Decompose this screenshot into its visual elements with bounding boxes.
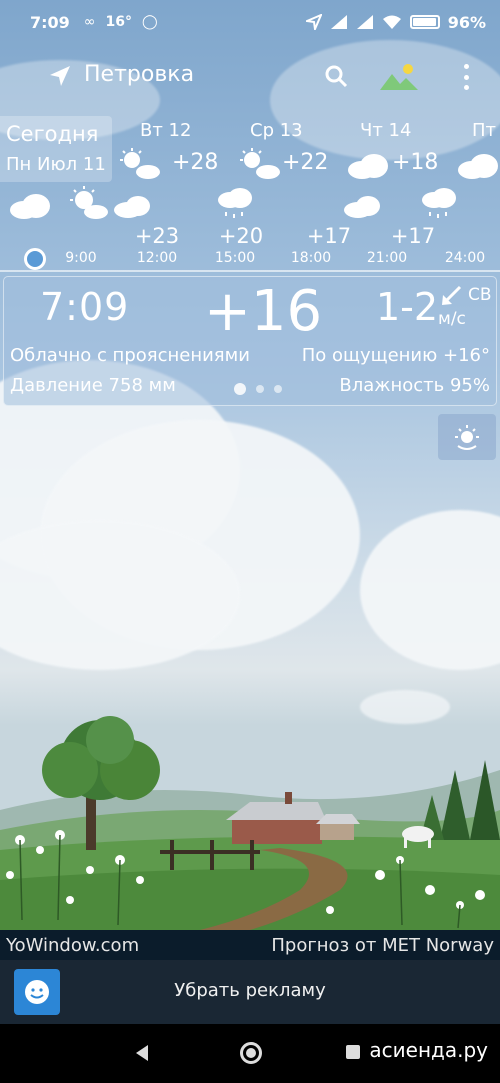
site-link[interactable]: YoWindow.com — [6, 935, 139, 956]
signal-icon — [356, 15, 373, 29]
hour-temp: +20 — [218, 224, 264, 248]
cloud-icon — [114, 196, 150, 218]
sun-cloud-icon — [240, 148, 280, 179]
location-arrow-icon — [305, 14, 322, 30]
location-arrow-icon[interactable] — [48, 64, 72, 88]
remove-ads-bar[interactable]: Убрать рекламу — [0, 960, 500, 1024]
weather-description: Облачно с прояснениями — [10, 345, 250, 366]
hour-time: 24:00 — [444, 250, 486, 266]
sun-rotate-icon — [455, 425, 479, 450]
cloud-icon — [10, 194, 50, 219]
recents-icon[interactable] — [346, 1045, 360, 1059]
forecast-source[interactable]: Прогноз от MET Norway — [271, 935, 494, 956]
system-nav-bar: асиенда.ру — [0, 1024, 500, 1083]
humidity: Влажность 95% — [339, 375, 490, 396]
hour-time: 9:00 — [65, 250, 97, 266]
day-temp: +22 — [282, 150, 329, 175]
whatsapp-icon: ◯ — [141, 14, 158, 30]
day-name: Вт 12 — [140, 120, 192, 141]
watermark-text: асиенда.ру — [369, 1038, 488, 1062]
wind-direction: СВ — [468, 285, 492, 305]
hour-time: 15:00 — [214, 250, 256, 266]
battery-level — [412, 18, 436, 26]
signal-icon — [330, 15, 347, 29]
day-name: Пт — [472, 120, 497, 141]
current-conditions-panel[interactable]: 7:09 +16 1-2 СВ м/с Облачно с прояснения… — [3, 276, 497, 406]
credits-bar: YoWindow.com Прогноз от MET Norway — [0, 930, 500, 960]
current-time-marker — [24, 248, 46, 270]
current-temp: +16 — [204, 279, 323, 344]
hour-temp: +17 — [306, 224, 352, 248]
wind-unit: м/с — [438, 309, 466, 329]
remove-ads-label: Убрать рекламу — [174, 980, 326, 1001]
search-icon[interactable] — [324, 64, 348, 88]
pressure: Давление 758 мм — [10, 375, 176, 396]
home-icon[interactable] — [240, 1042, 262, 1064]
cloud-shape — [360, 510, 500, 670]
day-temp: +28 — [172, 150, 219, 175]
wind-speed: 1-2 — [376, 285, 439, 329]
cloud-icon — [348, 154, 388, 179]
day-name: Ср 13 — [250, 120, 303, 141]
today-date: Пн Июл 11 — [6, 154, 106, 175]
feels-like: По ощущению +16° — [301, 345, 490, 366]
hour-time: 12:00 — [136, 250, 178, 266]
link-icon: ∞ — [83, 14, 96, 30]
app-bar: Петровка — [0, 50, 500, 102]
sun-cloud-icon — [120, 148, 160, 179]
hour-time: 18:00 — [290, 250, 332, 266]
cloud-icon — [458, 154, 498, 179]
sun-cloud-icon — [70, 186, 108, 219]
timeline-divider — [0, 270, 500, 272]
landscape-icon[interactable] — [380, 62, 418, 90]
wind-direction-icon — [442, 285, 462, 305]
city-name[interactable]: Петровка — [84, 62, 194, 87]
hour-time: 21:00 — [366, 250, 408, 266]
rain-cloud-icon — [218, 188, 252, 218]
hour-temp: +23 — [134, 224, 180, 248]
hourly-forecast: +23 +20 +17 +17 9:00 12:00 15:00 18:00 2… — [0, 182, 500, 272]
back-icon[interactable] — [134, 1044, 150, 1062]
page-indicator — [234, 383, 282, 395]
day-temp: +18 — [392, 150, 439, 175]
daily-forecast: Сегодня Пн Июл 11 Вт 12 +28 Ср 13 +22 Чт… — [0, 114, 500, 182]
battery-icon — [409, 15, 440, 29]
hour-temp: +17 — [390, 224, 436, 248]
more-vert-icon[interactable] — [456, 64, 476, 90]
status-temp: 16° — [105, 14, 132, 30]
weather-mode-button[interactable] — [438, 414, 496, 460]
current-time: 7:09 — [40, 285, 130, 329]
day-name: Чт 14 — [360, 120, 412, 141]
wifi-icon — [382, 15, 401, 29]
status-bar: 7:09 ∞ 16° ◯ 96% — [0, 0, 500, 44]
today-label: Сегодня — [6, 122, 99, 146]
battery-percent: 96% — [447, 12, 486, 32]
rain-cloud-icon — [422, 188, 456, 218]
status-time: 7:09 — [30, 12, 70, 32]
cloud-icon — [344, 196, 380, 218]
day-today[interactable]: Сегодня Пн Июл 11 — [0, 116, 112, 182]
landscape-illustration — [0, 716, 500, 930]
